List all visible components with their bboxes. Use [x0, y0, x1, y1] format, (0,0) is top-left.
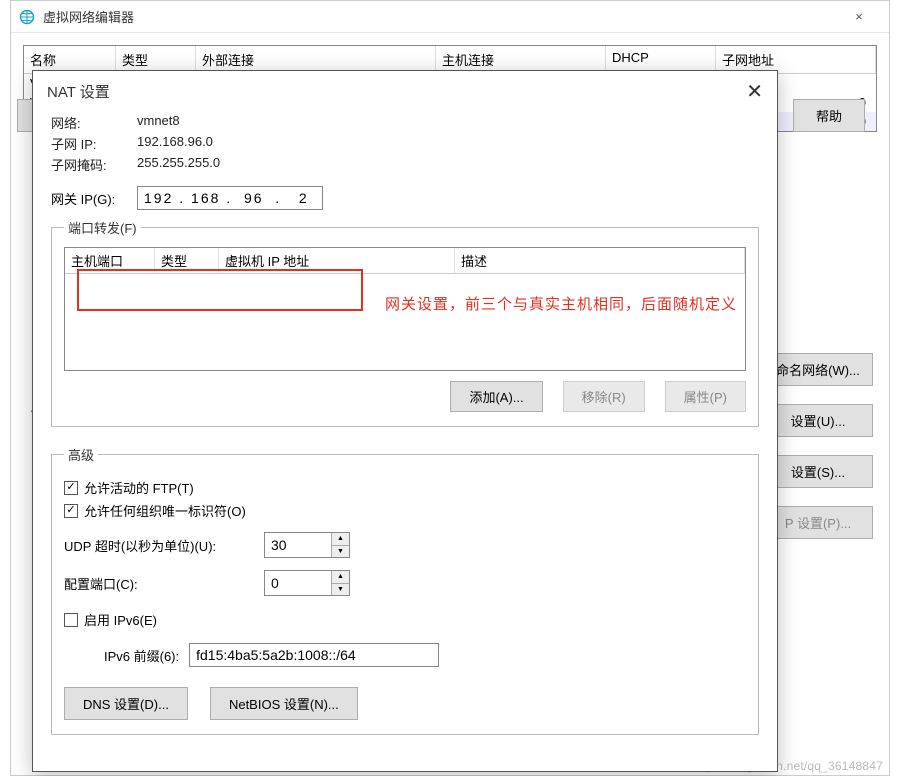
col-subnet: 子网地址 [716, 46, 876, 73]
help-button[interactable]: 帮助 [793, 99, 865, 132]
config-port-input[interactable] [265, 571, 331, 595]
pf-col-vmip: 虚拟机 IP 地址 [219, 248, 455, 274]
netbios-settings-button[interactable]: NetBIOS 设置(N)... [210, 687, 358, 720]
gateway-ip-label: 网关 IP(G): [51, 189, 137, 208]
close-icon[interactable]: × [837, 1, 881, 32]
udp-timeout-label: UDP 超时(以秒为单位)(U): [64, 536, 254, 555]
advanced-group: 高级 允许活动的 FTP(T) 允许任何组织唯一标识符(O) UDP 超时(以秒… [51, 445, 759, 735]
enable-ipv6-label: 启用 IPv6(E) [84, 610, 157, 629]
pf-col-hostport: 主机端口 [65, 248, 155, 274]
enable-ipv6-checkbox[interactable] [64, 613, 78, 627]
network-label: 网络: [51, 113, 137, 132]
col-name: 名称 [24, 46, 116, 73]
subnet-mask-label: 子网掩码: [51, 155, 137, 174]
parent-titlebar: 虚拟网络编辑器 × [11, 1, 889, 33]
close-icon[interactable]: ✕ [746, 79, 763, 104]
parent-title: 虚拟网络编辑器 [43, 7, 837, 26]
chevron-up-icon[interactable]: ▲ [332, 571, 349, 584]
pf-remove-button: 移除(R) [563, 381, 645, 412]
dns-settings-button[interactable]: DNS 设置(D)... [64, 687, 188, 720]
chevron-down-icon[interactable]: ▼ [332, 546, 349, 558]
pf-col-type: 类型 [155, 248, 219, 274]
allow-oui-label: 允许任何组织唯一标识符(O) [84, 501, 246, 520]
col-host: 主机连接 [436, 46, 606, 73]
nat-settings-button[interactable]: 设置(S)... [763, 455, 873, 488]
nat-title: NAT 设置 [47, 81, 110, 102]
chevron-up-icon[interactable]: ▲ [332, 533, 349, 546]
subnet-ip-label: 子网 IP: [51, 134, 137, 153]
pf-col-desc: 描述 [455, 248, 745, 274]
udp-timeout-input[interactable] [265, 533, 331, 557]
advanced-legend: 高级 [64, 445, 98, 464]
allow-oui-checkbox[interactable] [64, 504, 78, 518]
pf-add-button[interactable]: 添加(A)... [450, 381, 542, 412]
chevron-down-icon[interactable]: ▼ [332, 584, 349, 596]
nat-settings-dialog: NAT 设置 ✕ 网络: vmnet8 子网 IP: 192.168.96.0 … [32, 70, 778, 772]
udp-timeout-spinner[interactable]: ▲▼ [264, 532, 350, 558]
annotation-text: 网关设置，前三个与真实主机相同，后面随机定义 [385, 293, 737, 314]
ipv6-prefix-input[interactable] [189, 643, 439, 667]
ipv6-prefix-label: IPv6 前缀(6): [104, 646, 179, 665]
rename-network-button[interactable]: 命名网络(W)... [763, 353, 873, 386]
allow-ftp-label: 允许活动的 FTP(T) [84, 478, 194, 497]
network-value: vmnet8 [137, 113, 180, 132]
subnet-ip-value: 192.168.96.0 [137, 134, 213, 153]
config-port-spinner[interactable]: ▲▼ [264, 570, 350, 596]
port-forward-legend: 端口转发(F) [64, 218, 141, 237]
pf-props-button: 属性(P) [665, 381, 746, 412]
port-forward-group: 端口转发(F) 主机端口 类型 虚拟机 IP 地址 描述 添加(A)... 移除… [51, 218, 759, 427]
col-type: 类型 [116, 46, 196, 73]
globe-icon [19, 9, 35, 25]
gateway-ip-input[interactable] [137, 186, 323, 210]
subnet-mask-value: 255.255.255.0 [137, 155, 220, 174]
hostonly-settings-button: P 设置(P)... [763, 506, 873, 539]
config-port-label: 配置端口(C): [64, 574, 254, 593]
dhcp-settings-button[interactable]: 设置(U)... [763, 404, 873, 437]
nat-titlebar: NAT 设置 ✕ [33, 71, 777, 111]
col-dhcp: DHCP [606, 46, 716, 73]
col-ext: 外部连接 [196, 46, 436, 73]
allow-ftp-checkbox[interactable] [64, 481, 78, 495]
